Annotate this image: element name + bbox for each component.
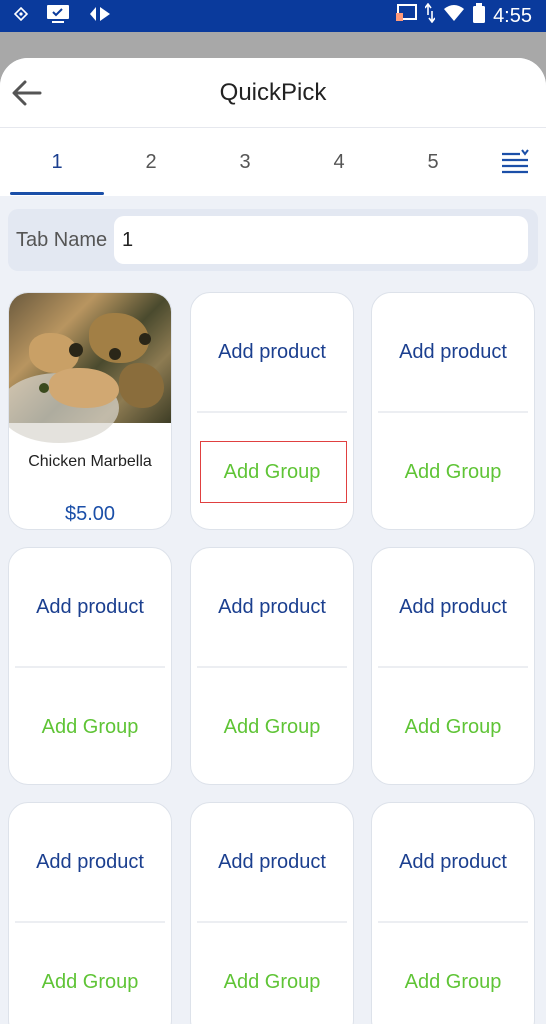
- add-group-button[interactable]: Add Group: [372, 413, 534, 529]
- add-product-button[interactable]: Add product: [372, 548, 534, 666]
- add-group-button[interactable]: Add Group: [9, 923, 171, 1024]
- tab-name-input[interactable]: [114, 216, 528, 264]
- empty-product-card: Add product Add Group: [371, 547, 535, 785]
- empty-product-card: Add product Add Group: [190, 547, 354, 785]
- product-card[interactable]: Chicken Marbella $5.00: [8, 292, 172, 530]
- tab-1[interactable]: 1: [10, 128, 104, 196]
- monitor-icon: [46, 4, 70, 29]
- cast-icon: [13, 6, 29, 26]
- page-title: QuickPick: [219, 79, 327, 106]
- empty-product-card: Add product Add Group: [8, 802, 172, 1024]
- diamond-arrows-icon: [88, 4, 112, 29]
- screen-cast-icon: [395, 4, 418, 28]
- data-arrows-icon: [424, 2, 436, 29]
- add-product-button[interactable]: Add product: [191, 293, 353, 411]
- add-product-button[interactable]: Add product: [191, 803, 353, 921]
- header: QuickPick: [0, 58, 546, 128]
- add-product-button[interactable]: Add product: [372, 803, 534, 921]
- add-group-button[interactable]: Add Group: [191, 413, 353, 529]
- add-product-button[interactable]: Add product: [9, 803, 171, 921]
- active-tab-indicator: [10, 192, 104, 195]
- battery-icon: [473, 3, 486, 29]
- product-price: $5.00: [64, 503, 116, 525]
- empty-product-card: Add product Add Group: [190, 802, 354, 1024]
- empty-product-card: Add product Add Group: [371, 292, 535, 530]
- tab-menu-button[interactable]: [500, 148, 534, 178]
- product-image: [9, 293, 171, 443]
- tab-name-row: Tab Name: [8, 209, 538, 271]
- add-group-button[interactable]: Add Group: [372, 923, 534, 1024]
- tab-4[interactable]: 4: [292, 128, 386, 196]
- status-time: 4:55: [493, 4, 532, 27]
- quickpick-sheet: QuickPick 1 2 3 4 5 Tab Name 1 Chicken M…: [0, 58, 546, 1024]
- empty-product-card: Add product Add Group: [190, 292, 354, 530]
- add-product-button[interactable]: Add product: [372, 293, 534, 411]
- tab-name-label: Tab Name: [16, 229, 108, 251]
- tab-5[interactable]: 5: [386, 128, 480, 196]
- add-product-button[interactable]: Add product: [9, 548, 171, 666]
- add-group-button[interactable]: Add Group: [191, 668, 353, 784]
- add-product-button[interactable]: Add product: [191, 548, 353, 666]
- product-name: Chicken Marbella: [28, 453, 152, 470]
- add-group-button[interactable]: Add Group: [9, 668, 171, 784]
- status-bar: 4:55: [0, 0, 546, 32]
- add-group-button[interactable]: Add Group: [191, 923, 353, 1024]
- tab-3[interactable]: 3: [198, 128, 292, 196]
- tab-bar: 1 2 3 4 5: [0, 128, 546, 196]
- add-group-button[interactable]: Add Group: [372, 668, 534, 784]
- wifi-icon: [443, 4, 465, 28]
- tab-2[interactable]: 2: [104, 128, 198, 196]
- empty-product-card: Add product Add Group: [371, 802, 535, 1024]
- empty-product-card: Add product Add Group: [8, 547, 172, 785]
- menu-sort-icon: [502, 149, 529, 174]
